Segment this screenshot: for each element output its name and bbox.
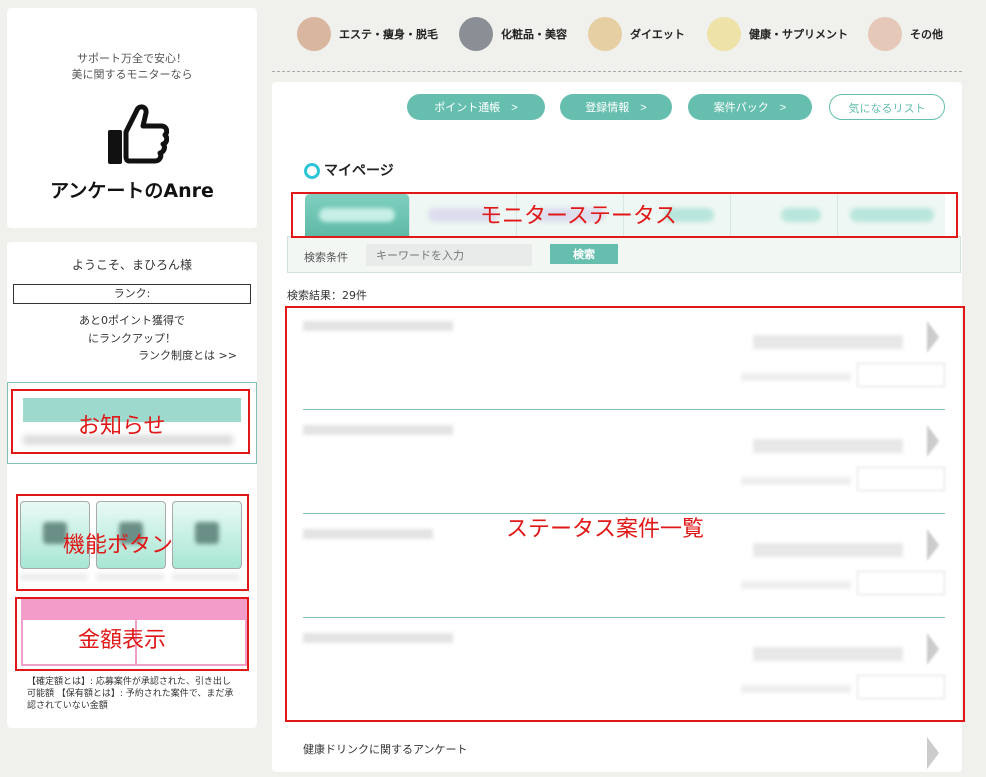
favorites-button[interactable]: 気になるリスト: [829, 94, 945, 120]
category-esthe[interactable]: エステ・痩身・脱毛: [297, 16, 438, 52]
category-label: 化粧品・美容: [501, 28, 567, 41]
annotation-label-notice: お知らせ: [78, 414, 166, 439]
category-separator: [272, 71, 962, 72]
search-label: 検索条件: [304, 251, 348, 264]
thumbs-up-icon: [108, 104, 169, 164]
cosmetics-icon: [459, 17, 493, 51]
points-book-button[interactable]: ポイント通帳 >: [407, 94, 545, 120]
search-button[interactable]: 検索: [550, 244, 618, 264]
category-diet[interactable]: ダイエット: [588, 16, 685, 52]
category-other[interactable]: その他: [868, 16, 943, 52]
brand-name: アンケートのAnre: [50, 180, 214, 202]
rank-box: ランク:: [13, 284, 251, 304]
chevron-right-icon[interactable]: [927, 737, 939, 769]
tagline-1: サポート万全で安心！: [77, 52, 187, 65]
annotation-label-amount: 金額表示: [78, 628, 167, 653]
page-title: マイページ: [324, 163, 394, 179]
diet-icon: [588, 17, 622, 51]
category-cosmetics[interactable]: 化粧品・美容: [459, 16, 567, 52]
registration-info-button[interactable]: 登録情報 >: [560, 94, 672, 120]
search-bar: 検索条件 検索: [287, 236, 961, 273]
case-title: 健康ドリンクに関するアンケート: [303, 743, 468, 756]
welcome-message: ようこそ、まひろん様: [71, 258, 192, 272]
annotation-label-function-buttons: 機能ボタン: [63, 533, 174, 558]
category-label: その他: [910, 28, 943, 41]
tagline-2: 美に関するモニターなら: [71, 68, 193, 81]
mypage-circle-icon: [304, 163, 320, 179]
category-label: ダイエット: [630, 28, 685, 41]
category-health[interactable]: 健康・サプリメント: [707, 16, 848, 52]
category-label: 健康・サプリメント: [749, 28, 848, 41]
other-icon: [868, 17, 902, 51]
rank-note-1: あと0ポイント獲得で: [79, 314, 185, 327]
category-label: エステ・痩身・脱毛: [339, 28, 438, 41]
result-count: 検索結果：29件: [287, 289, 367, 302]
health-icon: [707, 17, 741, 51]
search-input[interactable]: [366, 244, 532, 266]
case-pack-button[interactable]: 案件パック >: [688, 94, 812, 120]
logo-card: サポート万全で安心！ 美に関するモニターなら アンケートのAnre: [7, 8, 257, 228]
case-row-last[interactable]: 健康ドリンクに関するアンケート: [303, 737, 945, 777]
annotation-label-monitor-status: モニターステータス: [480, 204, 677, 229]
annotation-label-status-list: ステータス案件一覧: [506, 517, 705, 542]
rank-note-2: にランクアップ！: [88, 332, 176, 345]
amount-note: 【確定額とは】: 応募案件が承認された、引き出し可能額 【保有額とは】: 予約さ…: [27, 677, 234, 711]
esthe-icon: [297, 17, 331, 51]
rank-system-link[interactable]: ランク制度とは >>: [138, 347, 237, 363]
